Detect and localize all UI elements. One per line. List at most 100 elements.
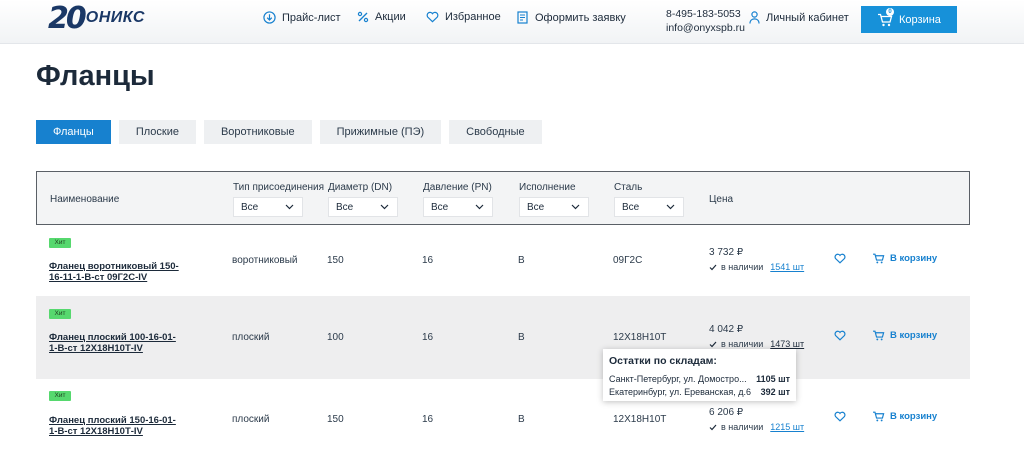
hit-badge: Хит: [49, 391, 71, 401]
logo[interactable]: 20 ОНИКС: [48, 0, 145, 36]
connection-cell: плоский: [232, 414, 270, 425]
stock-info: в наличии 1215 шт: [709, 422, 804, 432]
nav-place-order[interactable]: Оформить заявку: [517, 11, 626, 24]
nav-favorites[interactable]: Избранное: [426, 11, 501, 23]
logo-number: 20: [48, 0, 87, 36]
diameter-cell: 100: [327, 332, 344, 343]
warehouse-name: Санкт-Петербург, ул. Домостро...: [609, 374, 747, 384]
diameter-cell: 150: [327, 414, 344, 425]
tooltip-line: Екатеринбург, ул. Ереванская, д.6 392 шт: [609, 386, 790, 399]
cart-count-badge: 0: [886, 8, 894, 16]
connection-cell: воротниковый: [232, 255, 298, 266]
tooltip-title: Остатки по складам:: [609, 355, 717, 367]
table-row: Хит Фланец плоский 100-16-01-1-В-ст 12Х1…: [36, 296, 970, 379]
filter-connection-select[interactable]: Все: [233, 197, 303, 217]
filter-steel-select[interactable]: Все: [614, 197, 684, 217]
add-to-cart-button[interactable]: В корзину: [872, 253, 937, 264]
in-stock-label: в наличии: [721, 339, 764, 349]
header-connection: Тип присоединения: [233, 182, 325, 193]
chevron-down-icon: [571, 204, 580, 210]
nav-promotions[interactable]: Акции: [357, 11, 406, 23]
warehouse-qty: 392 шт: [760, 387, 790, 397]
steel-cell: 09Г2С: [613, 255, 643, 266]
cart-icon: [873, 253, 885, 264]
nav-favorites-label: Избранное: [445, 11, 501, 23]
tab-loose[interactable]: Свободные: [449, 120, 542, 144]
filter-execution-select[interactable]: Все: [519, 197, 589, 217]
filter-execution-value: Все: [527, 201, 545, 213]
email-link[interactable]: info@onyxspb.ru: [666, 21, 745, 35]
add-to-cart-button[interactable]: В корзину: [872, 330, 937, 341]
header-execution: Исполнение: [519, 182, 576, 193]
tab-weld-neck[interactable]: Воротниковые: [203, 120, 312, 144]
filter-diameter-value: Все: [336, 201, 354, 213]
nav-place-order-label: Оформить заявку: [535, 11, 626, 24]
nav-promotions-label: Акции: [375, 11, 406, 23]
heart-icon[interactable]: [834, 411, 846, 422]
nav-price-list[interactable]: Прайс-лист: [263, 11, 341, 24]
pressure-cell: 16: [422, 414, 434, 425]
connection-cell: плоский: [232, 332, 270, 343]
warehouse-name: Екатеринбург, ул. Ереванская, д.6: [609, 387, 752, 397]
header-steel: Сталь: [614, 182, 643, 193]
tab-flat[interactable]: Плоские: [118, 120, 196, 144]
tab-flanges[interactable]: Фланцы: [36, 120, 111, 144]
stock-qty-link[interactable]: 1473 шт: [770, 339, 804, 349]
cart-icon: [873, 330, 885, 341]
filter-pressure-select[interactable]: Все: [423, 197, 493, 217]
download-icon: [263, 11, 276, 24]
execution-cell: B: [518, 414, 525, 425]
chevron-down-icon: [475, 204, 484, 210]
pressure-cell: 16: [422, 332, 434, 343]
tab-clamping[interactable]: Прижимные (ПЭ): [319, 120, 442, 144]
page-title: Фланцы: [36, 60, 155, 92]
check-icon: [709, 341, 717, 347]
price-value: 6 206 ₽: [709, 407, 744, 418]
hit-badge: Хит: [49, 238, 71, 248]
filter-steel-value: Все: [622, 201, 640, 213]
hit-badge: Хит: [49, 309, 71, 319]
price-value: 4 042 ₽: [709, 324, 744, 335]
percent-icon: [357, 11, 369, 23]
header-pressure: Давление (PN): [423, 182, 492, 193]
pressure-cell: 16: [422, 255, 434, 266]
steel-cell: 12Х18Н10Т: [613, 332, 667, 343]
cart-icon: [873, 411, 885, 422]
in-stock-label: в наличии: [721, 262, 764, 272]
account-label: Личный кабинет: [766, 11, 849, 24]
check-icon: [709, 424, 717, 430]
logo-text: ОНИКС: [85, 9, 145, 26]
cart-label: Корзина: [899, 13, 941, 26]
diameter-cell: 150: [327, 255, 344, 266]
add-to-cart-button[interactable]: В корзину: [872, 411, 937, 422]
header-price: Цена: [709, 194, 734, 205]
stock-info: в наличии 1473 шт: [709, 339, 804, 349]
header-name: Наименование: [50, 194, 120, 205]
price-value: 3 732 ₽: [709, 247, 744, 258]
user-icon: [749, 11, 760, 24]
filter-diameter-select[interactable]: Все: [328, 197, 398, 217]
stock-qty-link[interactable]: 1215 шт: [770, 422, 804, 432]
phone-link[interactable]: 8-495-183-5053: [666, 7, 745, 21]
chevron-down-icon: [285, 204, 294, 210]
chevron-down-icon: [380, 204, 389, 210]
add-to-cart-label: В корзину: [890, 411, 938, 422]
header-diameter: Диаметр (DN): [328, 182, 393, 193]
execution-cell: B: [518, 332, 525, 343]
site-header: 20 ОНИКС Прайс-лист Акции Избранное Офор…: [0, 0, 1024, 44]
product-name-link[interactable]: Фланец воротниковый 150-16-11-1-В-ст 09Г…: [49, 261, 179, 283]
heart-icon[interactable]: [834, 253, 846, 264]
form-icon: [517, 11, 528, 24]
heart-icon: [426, 11, 439, 23]
product-name-link[interactable]: Фланец плоский 150-16-01-1-В-ст 12Х18Н10…: [49, 415, 179, 437]
heart-icon[interactable]: [834, 330, 846, 341]
category-tabs: Фланцы Плоские Воротниковые Прижимные (П…: [36, 120, 542, 144]
table-row: Хит Фланец плоский 150-16-01-1-В-ст 12Х1…: [36, 379, 970, 466]
account-link[interactable]: Личный кабинет: [749, 11, 849, 24]
chevron-down-icon: [666, 204, 675, 210]
product-name-link[interactable]: Фланец плоский 100-16-01-1-В-ст 12Х18Н10…: [49, 332, 179, 354]
cart-button[interactable]: 0 Корзина: [861, 6, 957, 33]
stock-info: в наличии 1541 шт: [709, 262, 804, 272]
steel-cell: 12Х18Н10Т: [613, 414, 667, 425]
stock-qty-link[interactable]: 1541 шт: [770, 262, 804, 272]
